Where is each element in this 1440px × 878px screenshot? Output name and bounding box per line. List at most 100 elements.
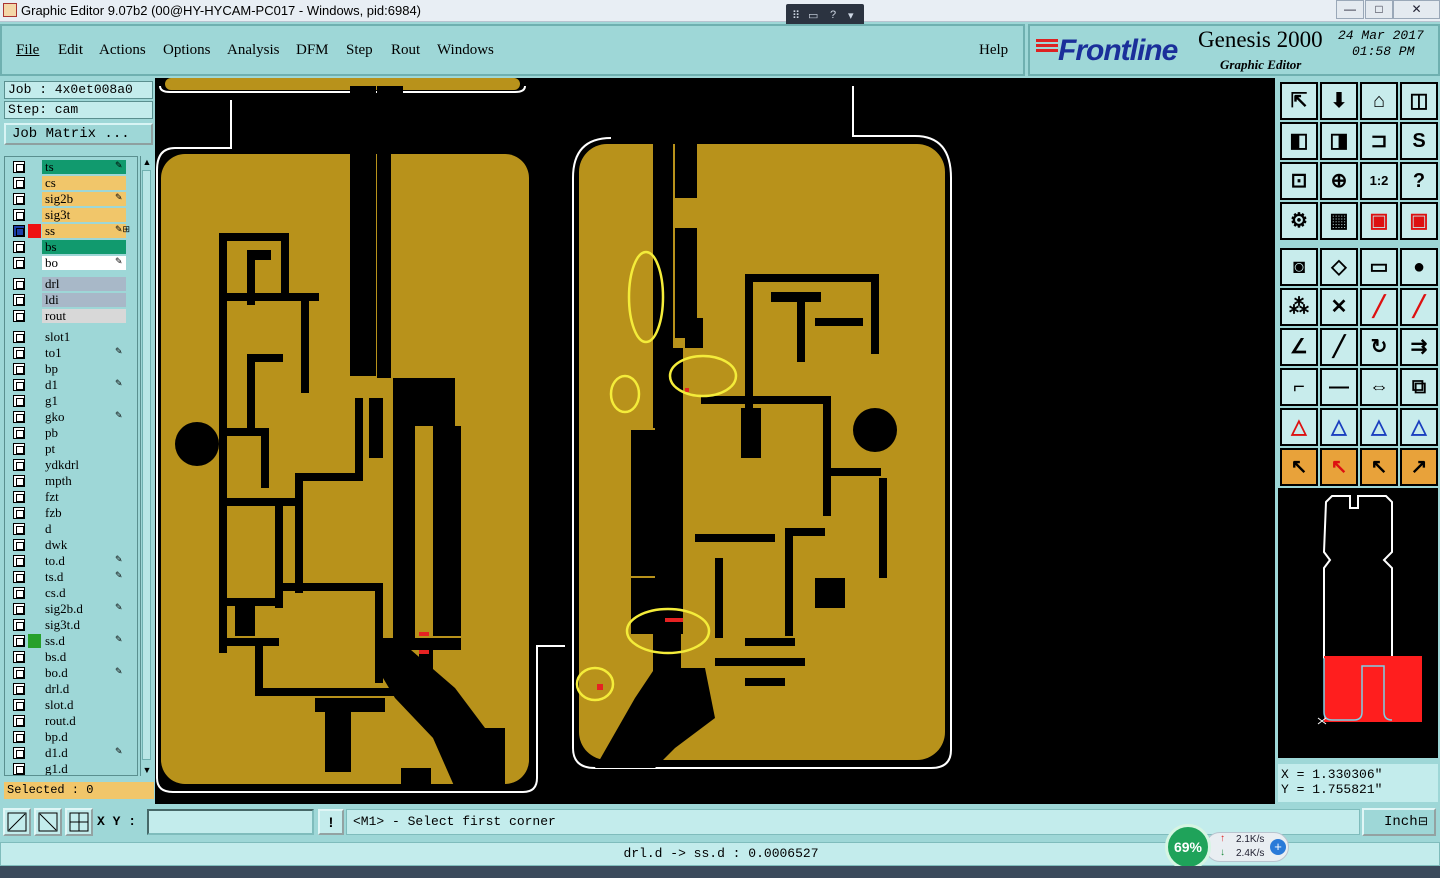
layer-name[interactable]: fzt	[42, 490, 126, 504]
layer-checkbox[interactable]	[13, 331, 25, 343]
layer-selector[interactable]	[28, 426, 41, 440]
snap-grid-button[interactable]	[65, 808, 93, 836]
layer-checkbox[interactable]	[13, 225, 25, 237]
layer-row[interactable]: d1.d ✎	[5, 745, 137, 761]
layer-name[interactable]: fzb	[42, 506, 126, 520]
layer-row[interactable]: mpth	[5, 473, 137, 489]
layer-row[interactable]: pt	[5, 441, 137, 457]
layer-checkbox[interactable]	[13, 747, 25, 759]
layer-checkbox[interactable]	[13, 619, 25, 631]
layer-checkbox[interactable]	[13, 209, 25, 221]
move-right-button[interactable]: ◨	[1320, 122, 1358, 160]
graphic-canvas[interactable]	[155, 78, 1275, 804]
layer-row[interactable]: cs.d	[5, 585, 137, 601]
layer-selector[interactable]	[28, 224, 41, 238]
layer-selector[interactable]	[28, 378, 41, 392]
layer-selector[interactable]	[28, 474, 41, 488]
layer-row[interactable]: d	[5, 521, 137, 537]
layer-checkbox[interactable]	[13, 193, 25, 205]
layer-row[interactable]: rout.d	[5, 713, 137, 729]
layer-row[interactable]: sig2b ✎	[5, 191, 137, 207]
layer-name[interactable]: d1.d	[42, 746, 126, 760]
layer-name[interactable]: gko	[42, 410, 126, 424]
layer-selector[interactable]	[28, 330, 41, 344]
minus-button[interactable]: —	[1320, 368, 1358, 406]
layer-selector[interactable]	[28, 570, 41, 584]
layer-scrollbar[interactable]: ▲ ▼	[140, 156, 152, 776]
layer-checkbox[interactable]	[13, 379, 25, 391]
diagonal-button[interactable]: ╱	[1320, 328, 1358, 366]
layer-checkbox[interactable]	[13, 507, 25, 519]
layer-checkbox[interactable]	[13, 310, 25, 322]
layer-row[interactable]: bp.d	[5, 729, 137, 745]
layer-checkbox[interactable]	[13, 177, 25, 189]
layer-row[interactable]: ydkdrl	[5, 457, 137, 473]
scroll-up-icon[interactable]: ▲	[141, 156, 153, 168]
grid-button[interactable]: ▦	[1320, 202, 1358, 240]
layer-selector[interactable]	[28, 256, 41, 270]
triangle-blue-button[interactable]: △	[1320, 408, 1358, 446]
layer-selector[interactable]	[28, 714, 41, 728]
layer-checkbox[interactable]	[13, 427, 25, 439]
menu-actions[interactable]: Actions	[99, 42, 146, 59]
layer-name[interactable]: ss	[42, 224, 126, 238]
layer-checkbox[interactable]	[13, 667, 25, 679]
fit-button[interactable]: ⊐	[1360, 122, 1398, 160]
layer-checkbox[interactable]	[13, 523, 25, 535]
layer-selector[interactable]	[28, 394, 41, 408]
layer-row[interactable]: ldi	[5, 292, 137, 308]
menu-options[interactable]: Options	[163, 42, 211, 59]
layer-name[interactable]: ydkdrl	[42, 458, 126, 472]
layer-row[interactable]: slot1	[5, 329, 137, 345]
layer-selector[interactable]	[28, 192, 41, 206]
layer-name[interactable]: d	[42, 522, 126, 536]
layer-checkbox[interactable]	[13, 257, 25, 269]
layer-selector[interactable]	[28, 346, 41, 360]
layer-checkbox[interactable]	[13, 459, 25, 471]
layer-name[interactable]: bs	[42, 240, 126, 254]
triangle-line-button[interactable]: △	[1400, 408, 1438, 446]
layer-name[interactable]: slot.d	[42, 698, 126, 712]
layer-name[interactable]: drl.d	[42, 682, 126, 696]
close-button[interactable]: ✕	[1393, 0, 1440, 19]
overview-map[interactable]	[1278, 488, 1438, 758]
xy-input[interactable]	[147, 809, 314, 835]
layer-selector[interactable]	[28, 730, 41, 744]
layer-selector[interactable]	[28, 682, 41, 696]
layer-name[interactable]: bs.d	[42, 650, 126, 664]
layer-checkbox[interactable]	[13, 731, 25, 743]
layer-checkbox[interactable]	[13, 161, 25, 173]
layer-name[interactable]: rout	[42, 309, 126, 323]
snake-button[interactable]: S	[1400, 122, 1438, 160]
layer-selector[interactable]	[28, 522, 41, 536]
zoom-home-button[interactable]: ⇱	[1280, 82, 1318, 120]
layer-name[interactable]: mpth	[42, 474, 126, 488]
layer-row[interactable]: g1	[5, 393, 137, 409]
layer-name[interactable]: cs	[42, 176, 126, 190]
layers-red-button[interactable]: ▣	[1360, 202, 1398, 240]
measure-button[interactable]: ⇔	[1360, 368, 1398, 406]
layer-selector[interactable]	[28, 602, 41, 616]
layer-row[interactable]: g1.d	[5, 761, 137, 775]
layer-row[interactable]: drl.d	[5, 681, 137, 697]
layer-name[interactable]: pt	[42, 442, 126, 456]
layer-selector[interactable]	[28, 538, 41, 552]
menu-rout[interactable]: Rout	[391, 42, 420, 59]
layer-checkbox[interactable]	[13, 363, 25, 375]
layer-name[interactable]: dwk	[42, 538, 126, 552]
layer-selector[interactable]	[28, 490, 41, 504]
layer-selector[interactable]	[28, 506, 41, 520]
layer-checkbox[interactable]	[13, 294, 25, 306]
layer-row[interactable]: ts.d ✎	[5, 569, 137, 585]
layer-checkbox[interactable]	[13, 491, 25, 503]
layer-name[interactable]: g1.d	[42, 762, 126, 775]
scroll-down-icon[interactable]: ▼	[141, 764, 153, 776]
layer-row[interactable]: to1 ✎	[5, 345, 137, 361]
layer-selector[interactable]	[28, 650, 41, 664]
layer-name[interactable]: bp	[42, 362, 126, 376]
triangle-red-button[interactable]: △	[1280, 408, 1318, 446]
settings-button[interactable]: ⚙	[1280, 202, 1318, 240]
layer-selector[interactable]	[28, 277, 41, 291]
layer-checkbox[interactable]	[13, 603, 25, 615]
layer-selector[interactable]	[28, 309, 41, 323]
